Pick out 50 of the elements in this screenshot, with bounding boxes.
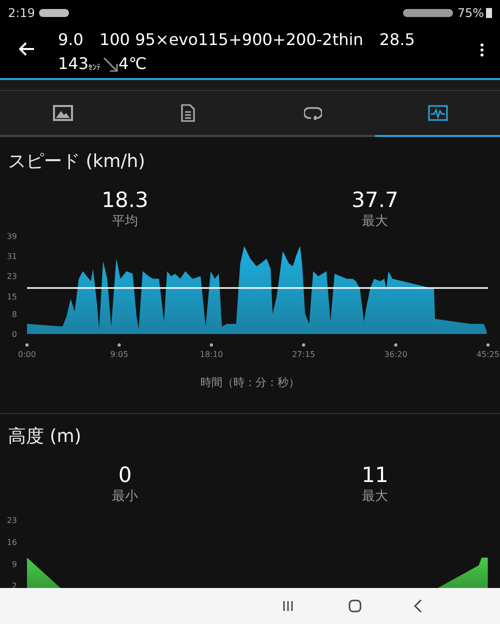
battery-icon [486,8,492,18]
y-tick-label: 39 [6,232,17,241]
stat-label: 最大 [362,213,388,231]
stat-value: 11 [362,462,388,488]
x-tick-label: 27:15 [292,350,316,359]
x-tick-dot [302,343,306,347]
waveform-icon [428,105,448,121]
x-tick-dot [210,343,213,347]
stat-value: 18.3 [102,187,148,213]
x-tick-dot [118,343,121,347]
x-tick-label: 0:00 [18,350,36,359]
x-tick-label: 36:20 [384,350,408,359]
axis-label: 時間（時：分：秒） [200,375,300,391]
x-tick-label: 9:05 [110,350,128,359]
more-icon [480,43,484,57]
status-time: 2:19 [8,4,35,22]
y-tick-label: 0 [12,330,17,339]
activity-title: 9.0 100 95×evo115+900+200-2thin 28.5 [58,29,416,51]
battery-level: 75% [457,4,484,22]
y-tick-label: 31 [6,252,17,262]
stat-label: 最大 [362,488,388,506]
recent-apps-icon[interactable] [282,600,294,612]
back-arrow-icon [19,42,35,56]
stat-label: 最小 [112,488,138,506]
y-tick-label: 23 [6,272,17,282]
distance-unit: ｾﾝﾃ [88,63,102,73]
section-title: 高度 (m) [7,424,82,448]
image-icon [52,105,72,121]
x-tick-dot [394,343,398,347]
stat-value: 37.7 [352,187,398,213]
y-tick-label: 8 [12,310,17,319]
back-icon[interactable] [414,599,422,613]
y-tick-label: 23 [6,516,17,524]
x-tick-dot [25,343,29,347]
stat-value: 0 [118,462,132,488]
x-tick-label: 18:10 [200,350,223,359]
temperature: 4℃ [118,53,147,75]
x-tick-label: 45:25 [476,350,500,359]
arrow-down-right-icon [102,57,119,73]
home-icon[interactable] [348,599,362,613]
y-tick-label: 15 [6,292,17,302]
y-tick-label: 2 [12,581,17,588]
x-tick-dot [486,343,490,347]
loop-icon [304,106,322,120]
distance-value: 143 [58,53,89,75]
section-title: スピード (km/h) [7,150,146,174]
document-icon [180,104,194,122]
y-tick-label: 9 [12,559,17,568]
y-tick-label: 16 [6,537,17,546]
stat-label: 平均 [112,213,138,231]
